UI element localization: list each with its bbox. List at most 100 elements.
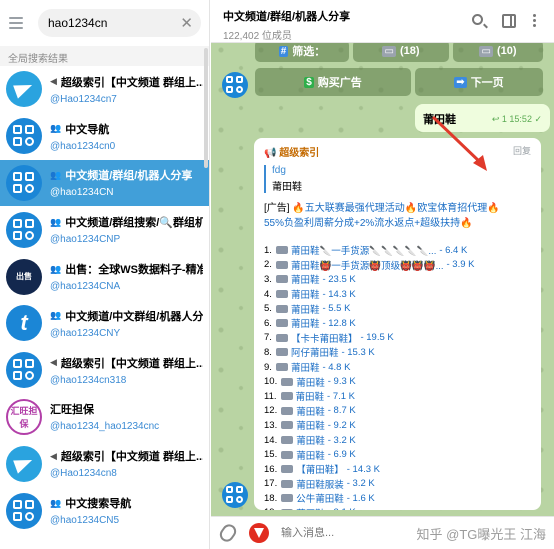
conversation-pane: 中文频道/群组/机器人分享 122,402 位成员 # 筛选： ▭ (18) ▭… xyxy=(211,0,554,549)
chat-title-text: 汇旺担保 xyxy=(50,404,94,417)
result-title[interactable]: 莆田鞋 xyxy=(296,433,325,447)
chat-item[interactable]: 👥 中文导航 @hao1234cn0 xyxy=(0,113,209,160)
reply-button[interactable]: 回复 xyxy=(513,144,531,157)
ad-text[interactable]: [广告] 🔥五大联赛最强代理活动🔥欧宝体育招代理🔥 55%负盈利周薪分成+2%流… xyxy=(264,201,531,231)
result-size: - 15.3 K xyxy=(341,346,375,358)
result-title[interactable]: 阿仔莆田鞋 xyxy=(291,345,339,359)
chat-item[interactable]: ◀ 超级索引【中文频道 群组上... @Hao1234cn7 xyxy=(0,66,209,113)
chat-item[interactable]: 出售 👥 出售：全球WS数据料子-精准... @hao1234CNA xyxy=(0,253,209,300)
result-number: 16. xyxy=(264,463,278,475)
result-item[interactable]: 12. 莆田鞋 - 8.7 K xyxy=(264,404,531,419)
search-box[interactable]: ✕ xyxy=(38,9,201,37)
watermark: 知乎 @TG曝光王 江海 xyxy=(416,526,546,542)
result-type-icon xyxy=(275,275,288,284)
result-item[interactable]: 6. 莆田鞋 - 12.8 K xyxy=(264,316,531,331)
result-title[interactable]: 莆田鞋 xyxy=(296,375,325,389)
composer: 知乎 @TG曝光王 江海 xyxy=(211,516,554,549)
chat-text: 👥 中文频道/中文群组/机器人分享 @hao1234CNY xyxy=(50,308,203,339)
chat-item[interactable]: 汇旺担保 汇旺担保 @hao1234_hao1234cnc xyxy=(0,394,209,441)
chat-item[interactable]: 👥 中文频道/群组/机器人分享 @hao1234CN xyxy=(0,159,209,207)
megaphone-icon: ◀ xyxy=(50,76,57,87)
result-title[interactable]: 莆田鞋服装 xyxy=(296,477,344,491)
result-title[interactable]: 莆田鞋🔪一手货源🔪🔪🔪🔪🔪... xyxy=(291,243,436,257)
filter-group-button[interactable]: ▭ (18) xyxy=(353,40,449,62)
result-number: 12. xyxy=(264,405,278,417)
chat-item[interactable]: 👥 中文频道/群组搜索/🔍群组机... @hao1234CNP xyxy=(0,206,209,253)
close-icon[interactable]: ✕ xyxy=(180,16,193,31)
result-title[interactable]: 莆田鞋 xyxy=(296,506,325,510)
result-size: - 9.3 K xyxy=(327,376,356,388)
buy-ad-button[interactable]: $ 购买广告 xyxy=(255,68,411,96)
bot-avatar-bottom[interactable] xyxy=(222,482,248,508)
ad-line-2[interactable]: 55%负盈利周薪分成+2%流水返点+超级扶持🔥 xyxy=(264,218,473,229)
search-icon[interactable] xyxy=(472,14,483,25)
filter-channel-button[interactable]: ▭ (10) xyxy=(453,40,543,62)
result-item[interactable]: 10. 莆田鞋 - 9.3 K xyxy=(264,374,531,389)
result-title[interactable]: 莆田鞋 xyxy=(296,448,325,462)
result-item[interactable]: 3. 莆田鞋 - 23.5 K xyxy=(264,272,531,287)
incoming-message[interactable]: 📢 超级索引 回复 fdg 莆田鞋 [广告] 🔥五大联赛最强代理活动🔥欧宝体育招… xyxy=(254,138,541,510)
result-item[interactable]: 11. 莆田鞋 - 7.1 K xyxy=(264,389,531,404)
result-title[interactable]: 莆田鞋 xyxy=(296,389,325,403)
avatar xyxy=(6,164,42,201)
chat-item[interactable]: t 👥 中文频道/中文群组/机器人分享 @hao1234CNY xyxy=(0,300,209,347)
result-title[interactable]: 【卡卡莆田鞋】 xyxy=(291,331,358,345)
chat-item[interactable]: ◀ 超级索引【中文频道 群组上... @Hao1234cn8 xyxy=(0,440,209,487)
result-item[interactable]: 1. 莆田鞋🔪一手货源🔪🔪🔪🔪🔪... - 6.4 K xyxy=(264,243,531,258)
result-title[interactable]: 莆田鞋👹一手货源👹顶级👹👹👹... xyxy=(291,258,444,272)
result-item[interactable]: 8. 阿仔莆田鞋 - 15.3 K xyxy=(264,345,531,360)
chat-item[interactable]: 👥 中文搜索导航 @hao1234CN5 xyxy=(0,487,209,534)
result-size: - 7.1 K xyxy=(327,390,356,402)
chat-text: 👥 中文频道/群组搜索/🔍群组机... @hao1234CNP xyxy=(50,214,203,246)
paperclip-icon[interactable] xyxy=(217,521,239,545)
result-title[interactable]: 莆田鞋 xyxy=(291,287,320,301)
result-title[interactable]: 莆田鞋 xyxy=(291,360,320,374)
result-title[interactable]: 公牛莆田鞋 xyxy=(296,491,344,505)
result-type-icon xyxy=(275,319,288,328)
result-title[interactable]: 莆田鞋 xyxy=(296,418,325,432)
result-item[interactable]: 5. 莆田鞋 - 5.5 K xyxy=(264,301,531,316)
result-type-icon xyxy=(275,363,288,372)
result-item[interactable]: 17. 莆田鞋服装 - 3.2 K xyxy=(264,477,531,492)
chat-text: ◀ 超级索引【中文频道 群组上... @Hao1234cn8 xyxy=(50,448,203,480)
result-item[interactable]: 4. 莆田鞋 - 14.3 K xyxy=(264,287,531,302)
ad-prefix: [广告] xyxy=(264,203,293,214)
chat-title: 👥 中文频道/中文群组/机器人分享 xyxy=(50,308,203,324)
result-item[interactable]: 18. 公牛莆田鞋 - 1.6 K xyxy=(264,491,531,506)
avatar: 出售 xyxy=(6,258,42,295)
result-title[interactable]: 莆田鞋 xyxy=(296,404,325,418)
result-size: - 8.7 K xyxy=(327,405,356,417)
next-page-label: 下一页 xyxy=(470,77,504,89)
result-item[interactable]: 9. 莆田鞋 - 4.8 K xyxy=(264,360,531,375)
result-item[interactable]: 2. 莆田鞋👹一手货源👹顶级👹👹👹... - 3.9 K xyxy=(264,258,531,273)
filter-button[interactable]: # 筛选： xyxy=(255,40,349,62)
result-size: - 14.3 K xyxy=(346,463,381,475)
more-icon[interactable] xyxy=(533,14,537,28)
result-item[interactable]: 13. 莆田鞋 - 9.2 K xyxy=(264,418,531,433)
result-number: 11. xyxy=(264,390,277,402)
result-title[interactable]: 【莆田鞋】 xyxy=(296,462,344,476)
result-title[interactable]: 莆田鞋 xyxy=(291,272,320,286)
result-title[interactable]: 莆田鞋 xyxy=(291,316,320,330)
result-item[interactable]: 14. 莆田鞋 - 3.2 K xyxy=(264,433,531,448)
chat-item[interactable]: ◀ 超级索引【中文频道 群组上... @hao1234cn318 xyxy=(0,347,209,394)
result-number: 5. xyxy=(264,303,272,315)
chat-title-text: 超级索引【中文频道 群组上... xyxy=(60,451,203,464)
ad-line-1[interactable]: 🔥五大联赛最强代理活动🔥欧宝体育招代理🔥 xyxy=(292,203,499,214)
result-item[interactable]: 7. 【卡卡莆田鞋】 - 19.5 K xyxy=(264,331,531,346)
result-type-icon xyxy=(281,421,294,430)
result-item[interactable]: 19. 莆田鞋- 3.1 K xyxy=(264,506,531,510)
bot-avatar[interactable] xyxy=(222,72,248,98)
side-panel-icon[interactable] xyxy=(502,14,516,28)
result-title[interactable]: 莆田鞋 xyxy=(291,302,320,316)
tron-logo-icon[interactable] xyxy=(249,523,269,543)
result-size: - 6.4 K xyxy=(439,244,468,256)
result-number: 10. xyxy=(264,376,278,388)
menu-icon[interactable] xyxy=(6,17,30,29)
next-page-button[interactable]: ➡ 下一页 xyxy=(415,68,543,96)
message-input[interactable] xyxy=(281,527,401,539)
search-input[interactable] xyxy=(48,16,181,30)
result-item[interactable]: 16. 【莆田鞋】 - 14.3 K xyxy=(264,462,531,477)
scrollbar[interactable] xyxy=(204,48,208,168)
result-item[interactable]: 15. 莆田鞋 - 6.9 K xyxy=(264,447,531,462)
